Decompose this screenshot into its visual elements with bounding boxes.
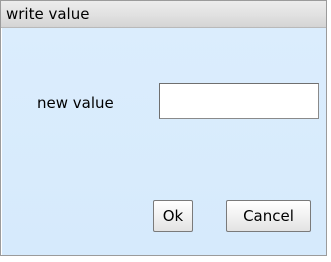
ok-button[interactable]: Ok — [153, 200, 193, 232]
cancel-button[interactable]: Cancel — [226, 200, 311, 232]
dialog-title: write value — [6, 5, 90, 23]
dialog-titlebar[interactable]: write value — [1, 1, 326, 28]
new-value-label: new value — [37, 94, 114, 112]
dialog-body: new value Ok Cancel — [1, 28, 326, 255]
new-value-input[interactable] — [159, 83, 319, 119]
write-value-dialog: write value new value Ok Cancel — [0, 0, 327, 256]
